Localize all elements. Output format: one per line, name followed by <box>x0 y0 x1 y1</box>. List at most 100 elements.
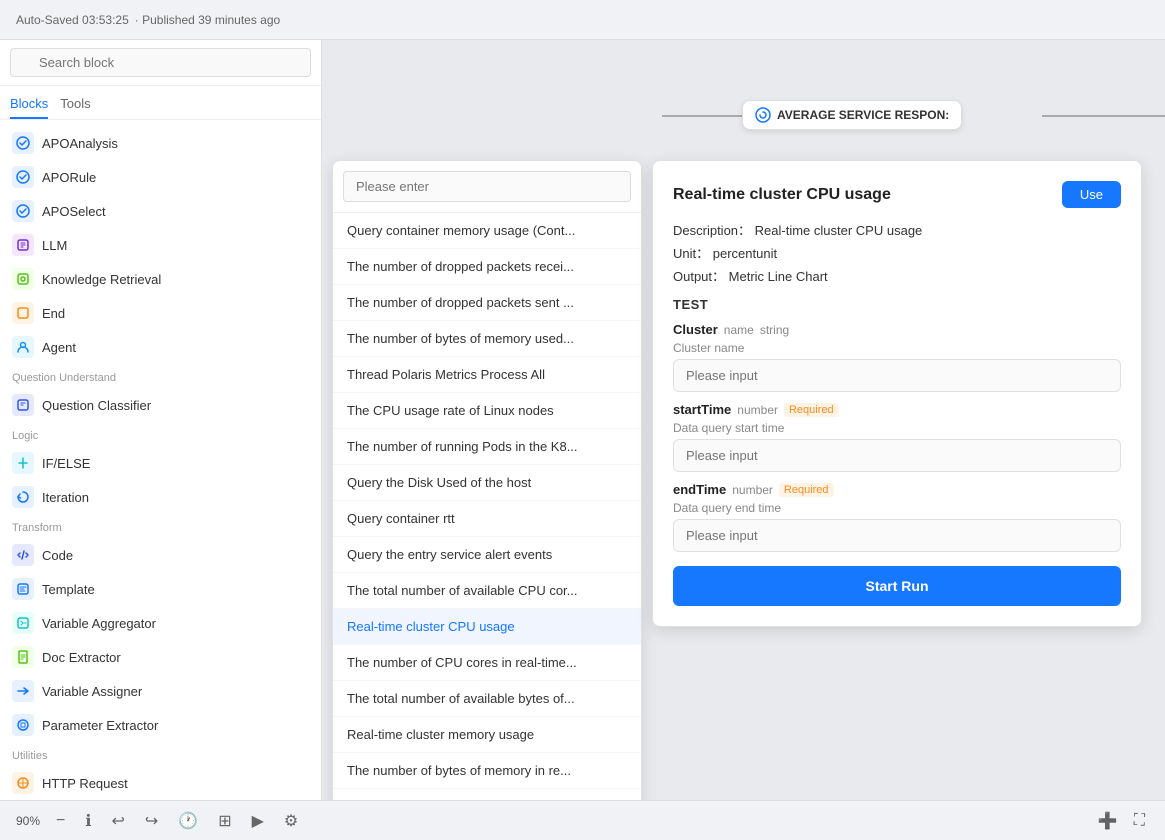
sidebar-label-code: Code <box>42 548 73 563</box>
sidebar-label-variable-assigner: Variable Assigner <box>42 684 142 699</box>
param-cluster-type: name <box>724 323 754 337</box>
output-label: Output： <box>673 269 725 284</box>
sidebar-item-aposelect[interactable]: APOSelect <box>0 194 321 228</box>
search-input[interactable] <box>10 48 311 77</box>
popup-list-item[interactable]: Query the entry service alert events <box>333 537 641 573</box>
sidebar-item-variable-assigner[interactable]: Variable Assigner <box>0 674 321 708</box>
sidebar-label-knowledge-retrieval: Knowledge Retrieval <box>42 272 161 287</box>
layout-button[interactable]: ⊞ <box>214 807 235 835</box>
aposelect-icon <box>12 200 34 222</box>
zoom-out-button[interactable]: − <box>52 808 69 834</box>
sidebar-item-template[interactable]: Template <box>0 572 321 606</box>
sidebar-item-aporule[interactable]: APORule <box>0 160 321 194</box>
start-run-button[interactable]: Start Run <box>673 566 1121 606</box>
bottom-right-actions: ➕ ⛶ <box>1094 807 1149 835</box>
sidebar-label-http-request: HTTP Request <box>42 776 128 791</box>
question-classifier-icon <box>12 394 34 416</box>
bottom-bar: 90% − ℹ ↩ ↪ 🕐 ⊞ ▶ ⚙ ➕ ⛶ <box>0 800 1165 840</box>
sidebar-item-http-request[interactable]: HTTP Request <box>0 766 321 800</box>
parameter-extractor-icon <box>12 714 34 736</box>
param-endtime-key: endTime <box>673 482 726 497</box>
popup-list-item[interactable]: The number of bytes of memory used... <box>333 321 641 357</box>
sidebar-content: APOAnalysis APORule APOSelect LLM <box>0 120 321 800</box>
end-icon <box>12 302 34 324</box>
redo-button[interactable]: ↪ <box>141 807 162 835</box>
popup-list: Query container memory usage (Cont...The… <box>333 213 641 800</box>
popup-list-item[interactable]: The number of bytes of memory in re... <box>333 753 641 789</box>
flow-line-left <box>662 115 742 117</box>
sidebar-item-code[interactable]: Code <box>0 538 321 572</box>
param-endtime-input[interactable] <box>673 519 1121 552</box>
param-cluster-key: Cluster <box>673 322 718 337</box>
sidebar-item-question-classifier[interactable]: Question Classifier <box>0 388 321 422</box>
detail-meta: Description： Real-time cluster CPU usage… <box>673 220 1121 285</box>
sidebar-item-llm[interactable]: LLM <box>0 228 321 262</box>
template-icon <box>12 578 34 600</box>
popup-list-item[interactable]: The number of dropped packets recei... <box>333 249 641 285</box>
param-cluster-input[interactable] <box>673 359 1121 392</box>
popup-list-item[interactable]: Real-time cluster CPU usage <box>333 609 641 645</box>
sidebar-item-ifelse[interactable]: IF/ELSE <box>0 446 321 480</box>
param-starttime-title-row: startTime number Required <box>673 402 1121 417</box>
popup-list-item[interactable]: Real-time cluster memory usage <box>333 717 641 753</box>
sidebar-item-doc-extractor[interactable]: Doc Extractor <box>0 640 321 674</box>
sidebar-tabs: Blocks Tools <box>0 86 321 120</box>
tab-blocks[interactable]: Blocks <box>10 92 48 119</box>
sidebar-item-end[interactable]: End <box>0 296 321 330</box>
popup-list-item[interactable]: The CPU usage rate of Linux nodes <box>333 393 641 429</box>
sidebar-item-agent[interactable]: Agent <box>0 330 321 364</box>
param-starttime-required: Required <box>784 403 839 417</box>
history-button[interactable]: 🕐 <box>174 807 202 835</box>
popup-list-item[interactable]: The number of CPU cores in real-time... <box>333 645 641 681</box>
param-starttime-input[interactable] <box>673 439 1121 472</box>
popup-list-item[interactable]: The total number of available bytes of..… <box>333 681 641 717</box>
param-starttime-key: startTime <box>673 402 731 417</box>
unit-label: Unit： <box>673 246 709 261</box>
sidebar-label-doc-extractor: Doc Extractor <box>42 650 121 665</box>
section-label-logic: Logic <box>0 422 321 446</box>
sidebar-item-apoanalysis[interactable]: APOAnalysis <box>0 126 321 160</box>
sidebar-label-aposelect: APOSelect <box>42 204 106 219</box>
description-value: Real-time cluster CPU usage <box>755 223 923 238</box>
popup-list-item[interactable]: Query container rtt <box>333 501 641 537</box>
popup-list-item[interactable]: The number of running Pods in the K8... <box>333 429 641 465</box>
param-endtime: endTime number Required Data query end t… <box>673 482 1121 552</box>
sidebar-item-variable-aggregator[interactable]: Variable Aggregator <box>0 606 321 640</box>
add-button[interactable]: ➕ <box>1094 807 1122 835</box>
expand-button[interactable]: ⛶ <box>1130 808 1149 834</box>
sidebar-item-iteration[interactable]: Iteration <box>0 480 321 514</box>
param-cluster-desc: Cluster name <box>673 341 1121 355</box>
detail-header: Real-time cluster CPU usage Use <box>673 181 1121 208</box>
description-row: Description： Real-time cluster CPU usage <box>673 220 1121 239</box>
sidebar-item-knowledge-retrieval[interactable]: Knowledge Retrieval <box>0 262 321 296</box>
sidebar-label-iteration: Iteration <box>42 490 89 505</box>
knowledge-retrieval-icon <box>12 268 34 290</box>
published-status: · Published 39 minutes ago <box>135 13 280 27</box>
doc-extractor-icon <box>12 646 34 668</box>
param-cluster-type2: string <box>760 323 789 337</box>
run-button[interactable]: ⚙ <box>280 807 302 835</box>
popup-list-item[interactable]: The number of dropped packets sent ... <box>333 285 641 321</box>
popup-search-input[interactable] <box>343 171 631 202</box>
param-starttime-type: number <box>737 403 778 417</box>
sidebar: 🔍 Blocks Tools APOAnalysis APORule <box>0 40 322 800</box>
use-button[interactable]: Use <box>1062 181 1121 208</box>
sidebar-item-parameter-extractor[interactable]: Parameter Extractor <box>0 708 321 742</box>
tab-tools[interactable]: Tools <box>60 92 90 119</box>
play-button[interactable]: ▶ <box>248 807 268 835</box>
popup-list-item[interactable]: Query the Disk Used of the host <box>333 465 641 501</box>
sidebar-label-aporule: APORule <box>42 170 96 185</box>
canvas-area: AVERAGE SERVICE RESPON: Query container … <box>322 40 1165 800</box>
param-endtime-desc: Data query end time <box>673 501 1121 515</box>
popup-list-item[interactable]: The total number of available CPU cor... <box>333 573 641 609</box>
popup-list-item[interactable]: Thread Polaris Metrics Process All <box>333 357 641 393</box>
variable-aggregator-icon <box>12 612 34 634</box>
flow-node-label: AVERAGE SERVICE RESPON: <box>777 108 949 122</box>
info-button[interactable]: ℹ <box>81 807 95 835</box>
undo-button[interactable]: ↩ <box>107 807 128 835</box>
popup-list-item[interactable]: Number of namespaces in the K8s clu... <box>333 789 641 800</box>
flow-node[interactable]: AVERAGE SERVICE RESPON: <box>742 100 962 130</box>
popup-list-item[interactable]: Query container memory usage (Cont... <box>333 213 641 249</box>
test-label: TEST <box>673 297 1121 312</box>
code-icon <box>12 544 34 566</box>
